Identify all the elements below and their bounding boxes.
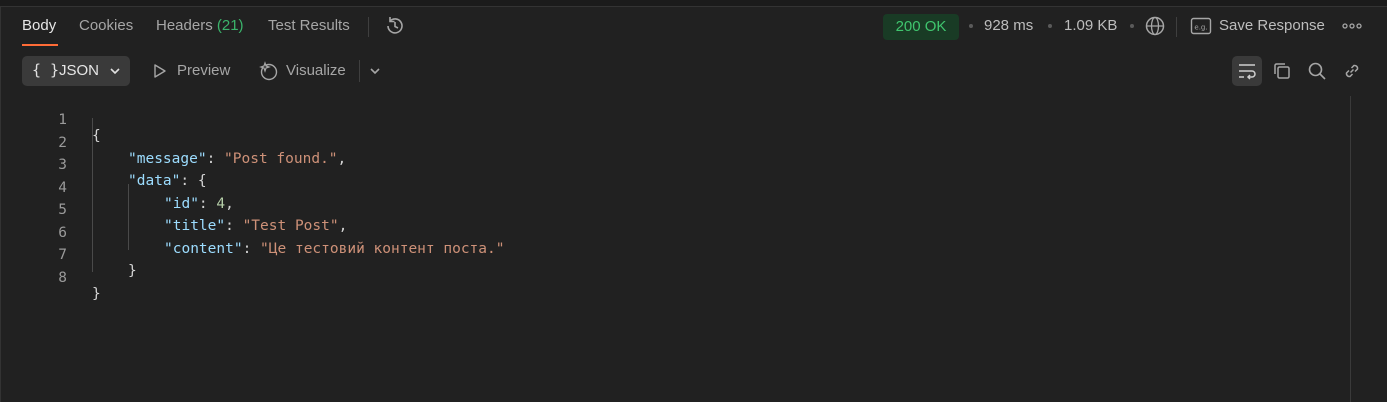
status-badge[interactable]: 200 OK	[883, 14, 959, 40]
code-line: 4 "id": 4,	[0, 164, 1345, 212]
format-dropdown[interactable]: { } JSON	[22, 56, 130, 86]
toolbar-divider	[359, 60, 360, 82]
code-line: 1 {	[0, 96, 1345, 144]
separator-dot	[969, 24, 973, 28]
tabs-divider	[368, 17, 369, 37]
search-button[interactable]	[1302, 56, 1332, 86]
visualize-button[interactable]: Visualize	[286, 62, 346, 79]
json-braces-icon: { }	[32, 61, 60, 79]
visualize-icon[interactable]	[258, 60, 280, 82]
chevron-down-icon[interactable]	[369, 65, 381, 77]
status-divider	[1176, 17, 1177, 37]
window-top-border	[0, 0, 1387, 7]
code-line: 6 "content": "Це тестовий контент поста.…	[0, 209, 1345, 257]
tab-body[interactable]: Body	[22, 17, 56, 39]
copy-button[interactable]	[1267, 56, 1297, 86]
line-number: 8	[58, 270, 67, 286]
preview-button[interactable]: Preview	[177, 62, 230, 79]
headers-count: (21)	[216, 17, 244, 34]
copy-icon	[1274, 63, 1290, 79]
copy-link-button[interactable]	[1337, 56, 1367, 86]
save-example-icon[interactable]: e.g.	[1190, 16, 1212, 36]
code-line: 2 "message": "Post found.",	[0, 119, 1345, 167]
save-response-button[interactable]: Save Response	[1219, 17, 1325, 34]
code-line: 3 "data": {	[0, 141, 1345, 189]
vertical-scrollbar[interactable]	[1350, 96, 1351, 402]
tab-headers-label: Headers	[156, 17, 213, 34]
tab-headers[interactable]: Headers (21)	[156, 17, 244, 39]
link-icon	[1345, 64, 1359, 78]
play-icon[interactable]	[153, 63, 167, 79]
code-text: }	[92, 286, 101, 302]
more-options-icon[interactable]	[1342, 23, 1362, 29]
response-size[interactable]: 1.09 KB	[1064, 17, 1117, 34]
chevron-down-icon	[110, 68, 120, 75]
tab-cookies[interactable]: Cookies	[79, 17, 133, 39]
code-line: 8 }	[0, 254, 1345, 302]
search-icon	[1308, 62, 1326, 80]
tab-test-results[interactable]: Test Results	[268, 17, 350, 39]
separator-dot	[1130, 24, 1134, 28]
wrap-lines-button[interactable]	[1232, 56, 1262, 86]
code-line: 5 "title": "Test Post",	[0, 186, 1345, 234]
response-time[interactable]: 928 ms	[984, 17, 1033, 34]
response-tabs: Body Cookies Headers (21) Test Results 2…	[0, 7, 1387, 47]
code-line: 7 }	[0, 231, 1345, 279]
active-tab-indicator	[22, 44, 58, 46]
separator-dot	[1048, 24, 1052, 28]
svg-text:e.g.: e.g.	[1194, 24, 1207, 32]
wrap-lines-icon	[1239, 64, 1256, 80]
history-icon[interactable]	[384, 15, 406, 37]
globe-icon[interactable]	[1144, 15, 1166, 37]
format-label: JSON	[59, 62, 100, 79]
